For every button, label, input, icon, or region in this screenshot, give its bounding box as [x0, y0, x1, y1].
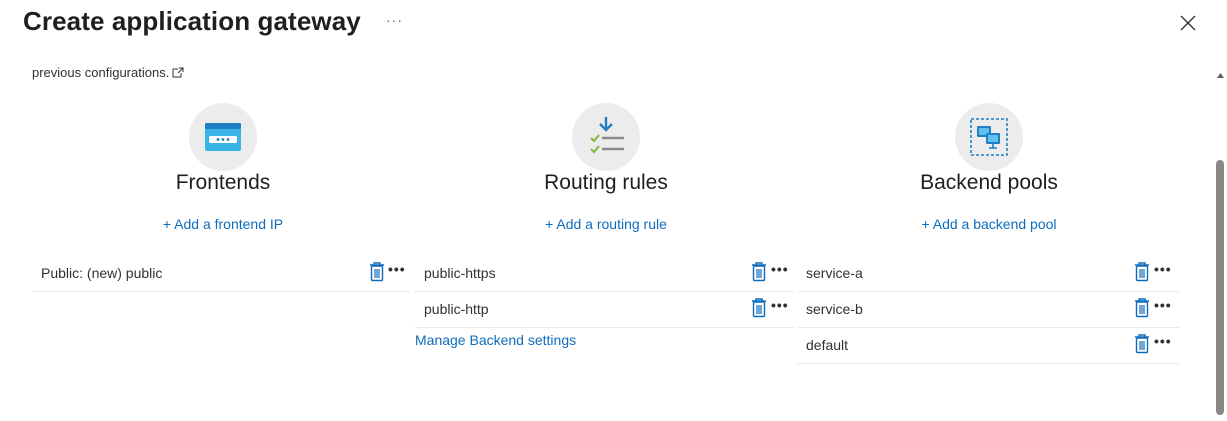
add-frontend-ip-link[interactable]: + Add a frontend IP: [73, 216, 373, 232]
close-button[interactable]: [1176, 11, 1200, 35]
backend-icon-circle: [955, 103, 1023, 171]
add-backend-pool-link[interactable]: + Add a backend pool: [839, 216, 1139, 232]
backend-pool-label: default: [806, 337, 849, 353]
delete-backend-pool-button[interactable]: [1134, 334, 1150, 354]
frontend-row[interactable]: Public: (new) public •••: [32, 256, 410, 292]
backend-pool-row[interactable]: default •••: [797, 328, 1180, 364]
backend-pool-more-button[interactable]: •••: [1154, 297, 1172, 313]
trash-icon: [1135, 262, 1149, 282]
backend-pool-row[interactable]: service-a •••: [797, 256, 1180, 292]
routing-rule-row[interactable]: public-https •••: [415, 256, 793, 292]
delete-backend-pool-button[interactable]: [1134, 262, 1150, 282]
trash-icon: [752, 298, 766, 318]
external-link-icon[interactable]: [172, 66, 184, 81]
trash-icon: [370, 262, 384, 282]
routing-rules-title: Routing rules: [544, 171, 668, 194]
title-more-button[interactable]: ···: [386, 12, 403, 28]
backend-pool-more-button[interactable]: •••: [1154, 261, 1172, 277]
routing-rule-row[interactable]: public-http •••: [415, 292, 793, 328]
close-icon: [1180, 15, 1196, 31]
frontends-icon-circle: [189, 103, 257, 171]
scroll-up-arrow-icon[interactable]: [1217, 72, 1224, 80]
trash-icon: [1135, 298, 1149, 318]
intro-text: previous configurations.: [32, 65, 170, 80]
backend-pool-icon: [970, 118, 1008, 156]
backend-pool-label: service-a: [806, 265, 863, 281]
delete-frontend-button[interactable]: [369, 262, 385, 282]
delete-routing-rule-button[interactable]: [751, 262, 767, 282]
delete-backend-pool-button[interactable]: [1134, 298, 1150, 318]
routing-icon-circle: [572, 103, 640, 171]
add-routing-rule-link[interactable]: + Add a routing rule: [456, 216, 756, 232]
intro-text-container: previous configurations.: [32, 65, 184, 81]
routing-rule-label: public-http: [424, 301, 489, 317]
routing-rules-icon: [590, 117, 624, 154]
frontend-row-label: Public: (new) public: [41, 265, 163, 281]
backend-pool-more-button[interactable]: •••: [1154, 333, 1172, 349]
page-title: Create application gateway: [23, 6, 361, 36]
delete-routing-rule-button[interactable]: [751, 298, 767, 318]
manage-backend-settings-link[interactable]: Manage Backend settings: [415, 332, 576, 348]
scrollbar-thumb[interactable]: [1216, 160, 1224, 415]
frontends-title: Frontends: [175, 171, 271, 194]
trash-icon: [1135, 334, 1149, 354]
backend-pool-label: service-b: [806, 301, 863, 317]
backend-pools-title: Backend pools: [920, 171, 1058, 194]
frontend-window-icon: [205, 123, 241, 151]
backend-pool-row[interactable]: service-b •••: [797, 292, 1180, 328]
routing-rule-more-button[interactable]: •••: [771, 297, 789, 313]
routing-rule-label: public-https: [424, 265, 496, 281]
trash-icon: [752, 262, 766, 282]
routing-rule-more-button[interactable]: •••: [771, 261, 789, 277]
frontend-row-more-button[interactable]: •••: [388, 261, 406, 277]
